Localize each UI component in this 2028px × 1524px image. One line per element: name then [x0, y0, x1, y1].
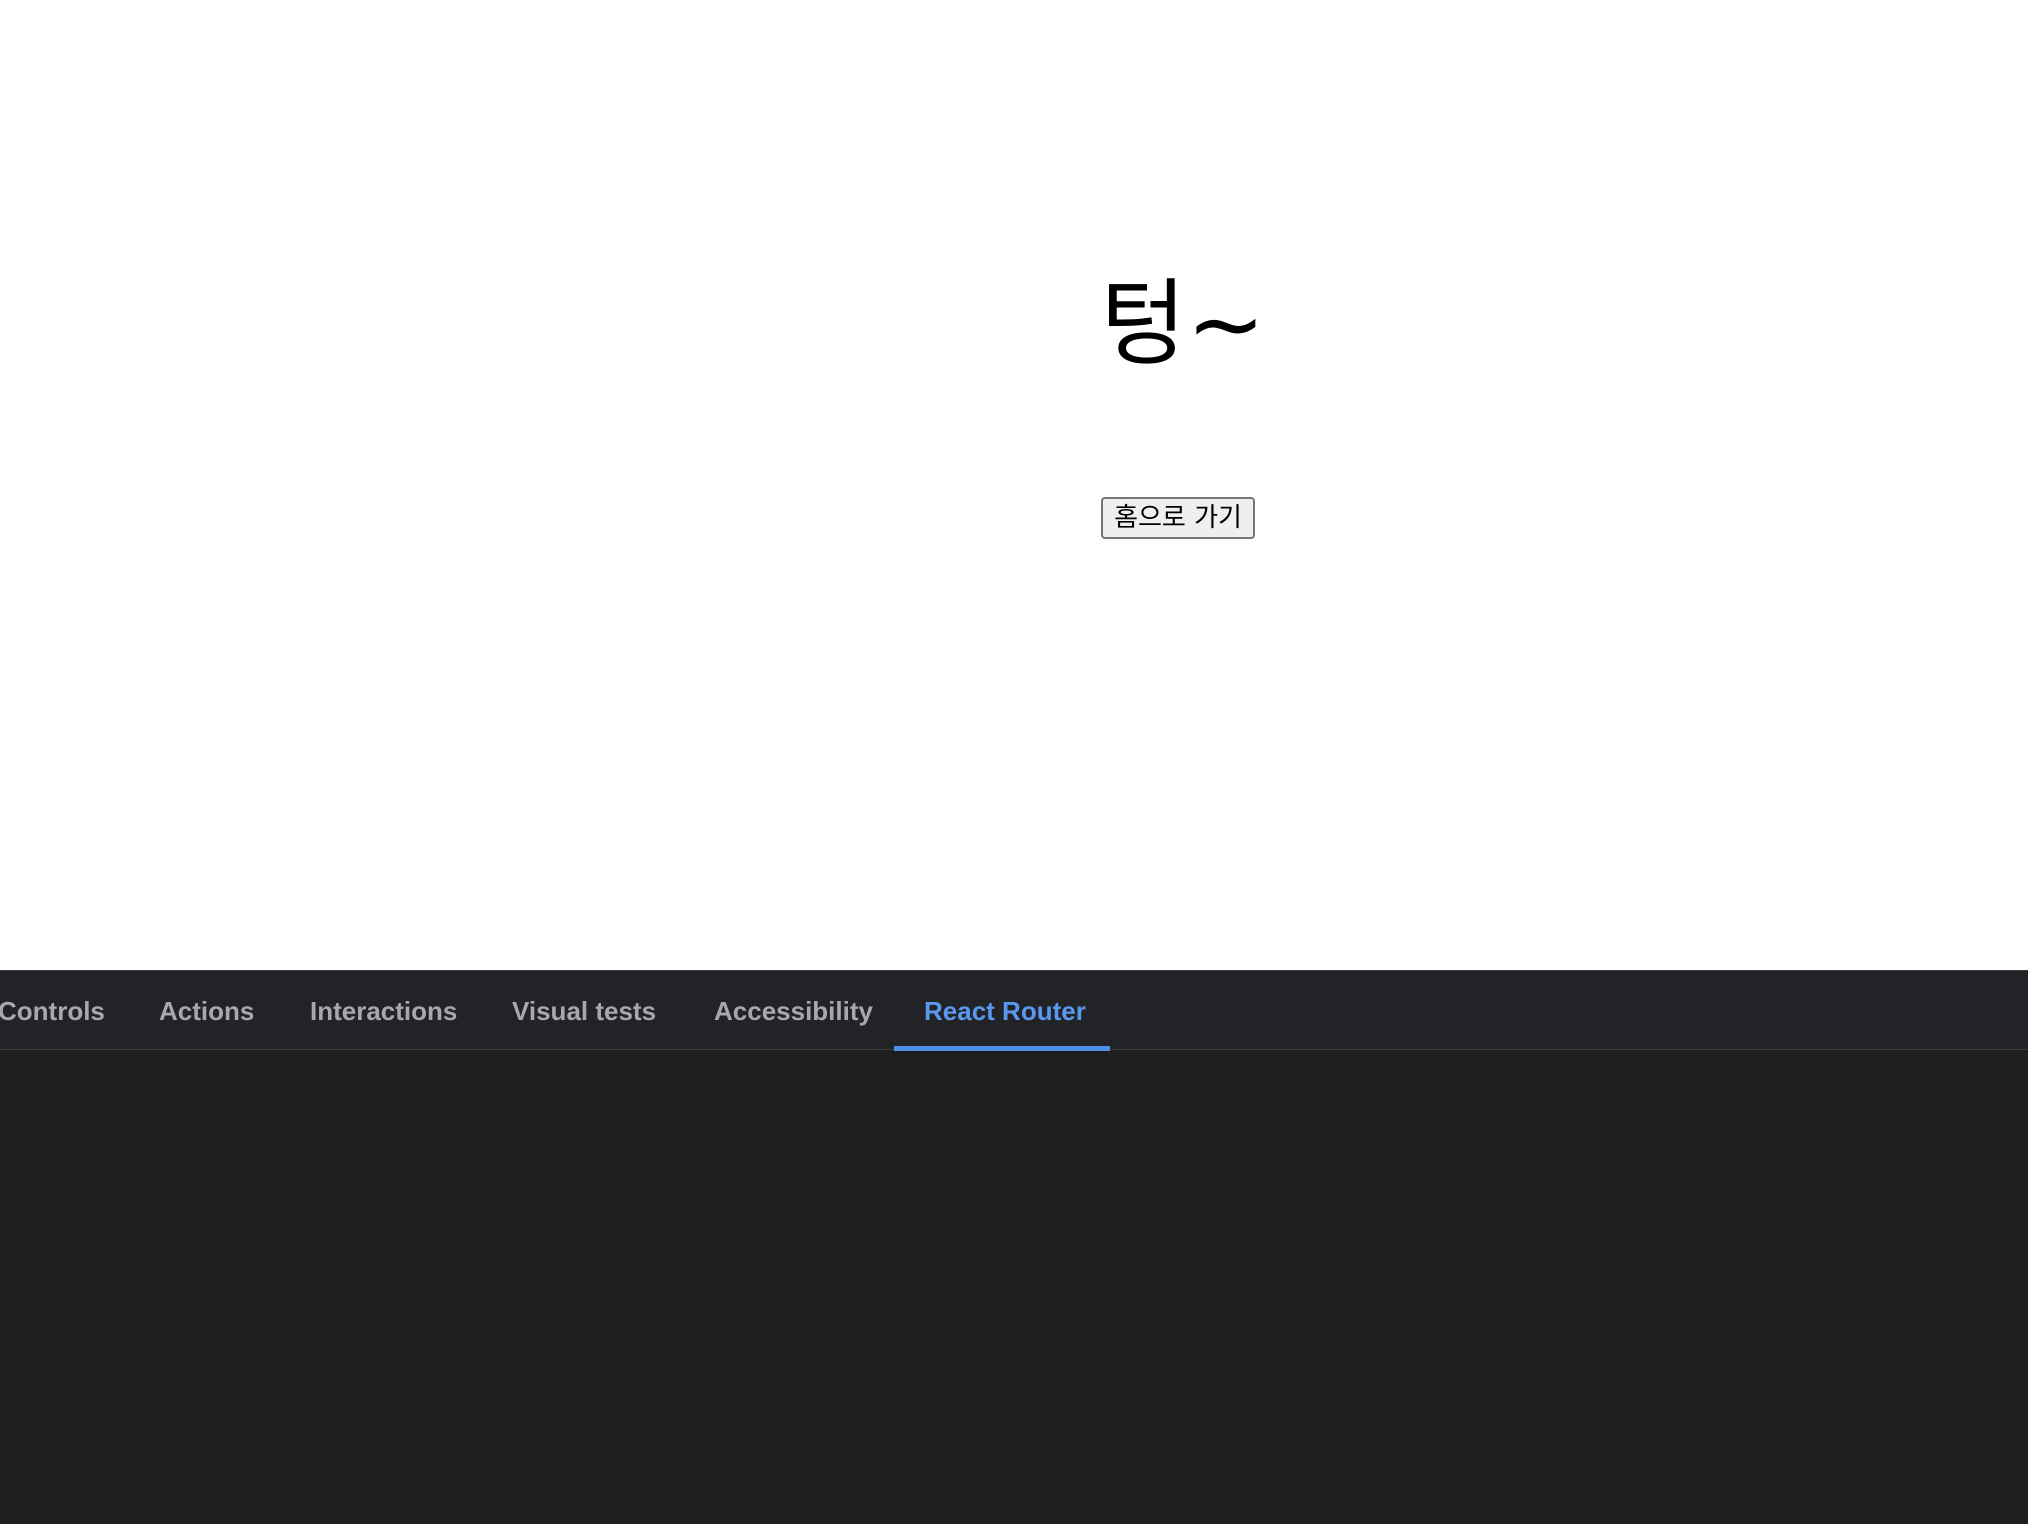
tab-accessibility[interactable]: Accessibility — [714, 971, 873, 1051]
active-tab-indicator — [894, 1046, 1110, 1051]
page-title: 텅~ — [1100, 270, 1266, 379]
tab-react-router[interactable]: React Router — [924, 971, 1086, 1051]
addon-tabbar: Controls Actions Interactions Visual tes… — [0, 970, 2028, 1051]
tab-visual-tests[interactable]: Visual tests — [512, 971, 656, 1051]
addon-panel: Controls Actions Interactions Visual tes… — [0, 970, 2028, 1524]
story-preview: 텅~ 홈으로 가기 — [0, 0, 2028, 970]
tab-controls[interactable]: Controls — [0, 971, 105, 1051]
go-home-button[interactable]: 홈으로 가기 — [1101, 497, 1255, 539]
tab-actions[interactable]: Actions — [159, 971, 254, 1051]
tab-interactions[interactable]: Interactions — [310, 971, 457, 1051]
